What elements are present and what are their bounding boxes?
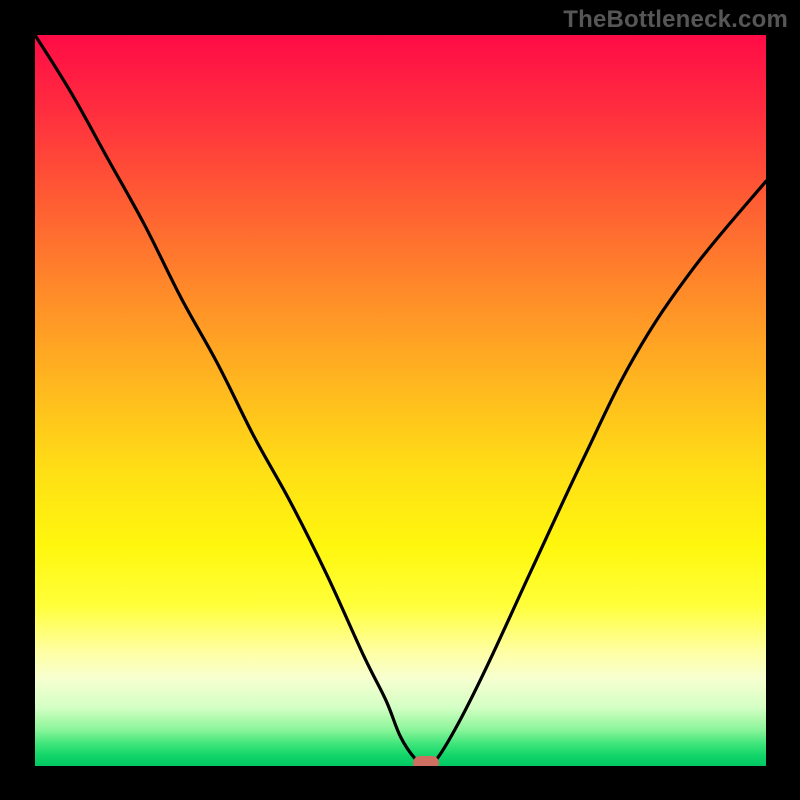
curve-layer — [35, 35, 766, 766]
plot-area — [35, 35, 766, 766]
chart-frame: TheBottleneck.com — [0, 0, 800, 800]
watermark-text: TheBottleneck.com — [563, 6, 788, 34]
bottleneck-curve — [35, 35, 766, 766]
minimum-marker — [413, 756, 439, 766]
